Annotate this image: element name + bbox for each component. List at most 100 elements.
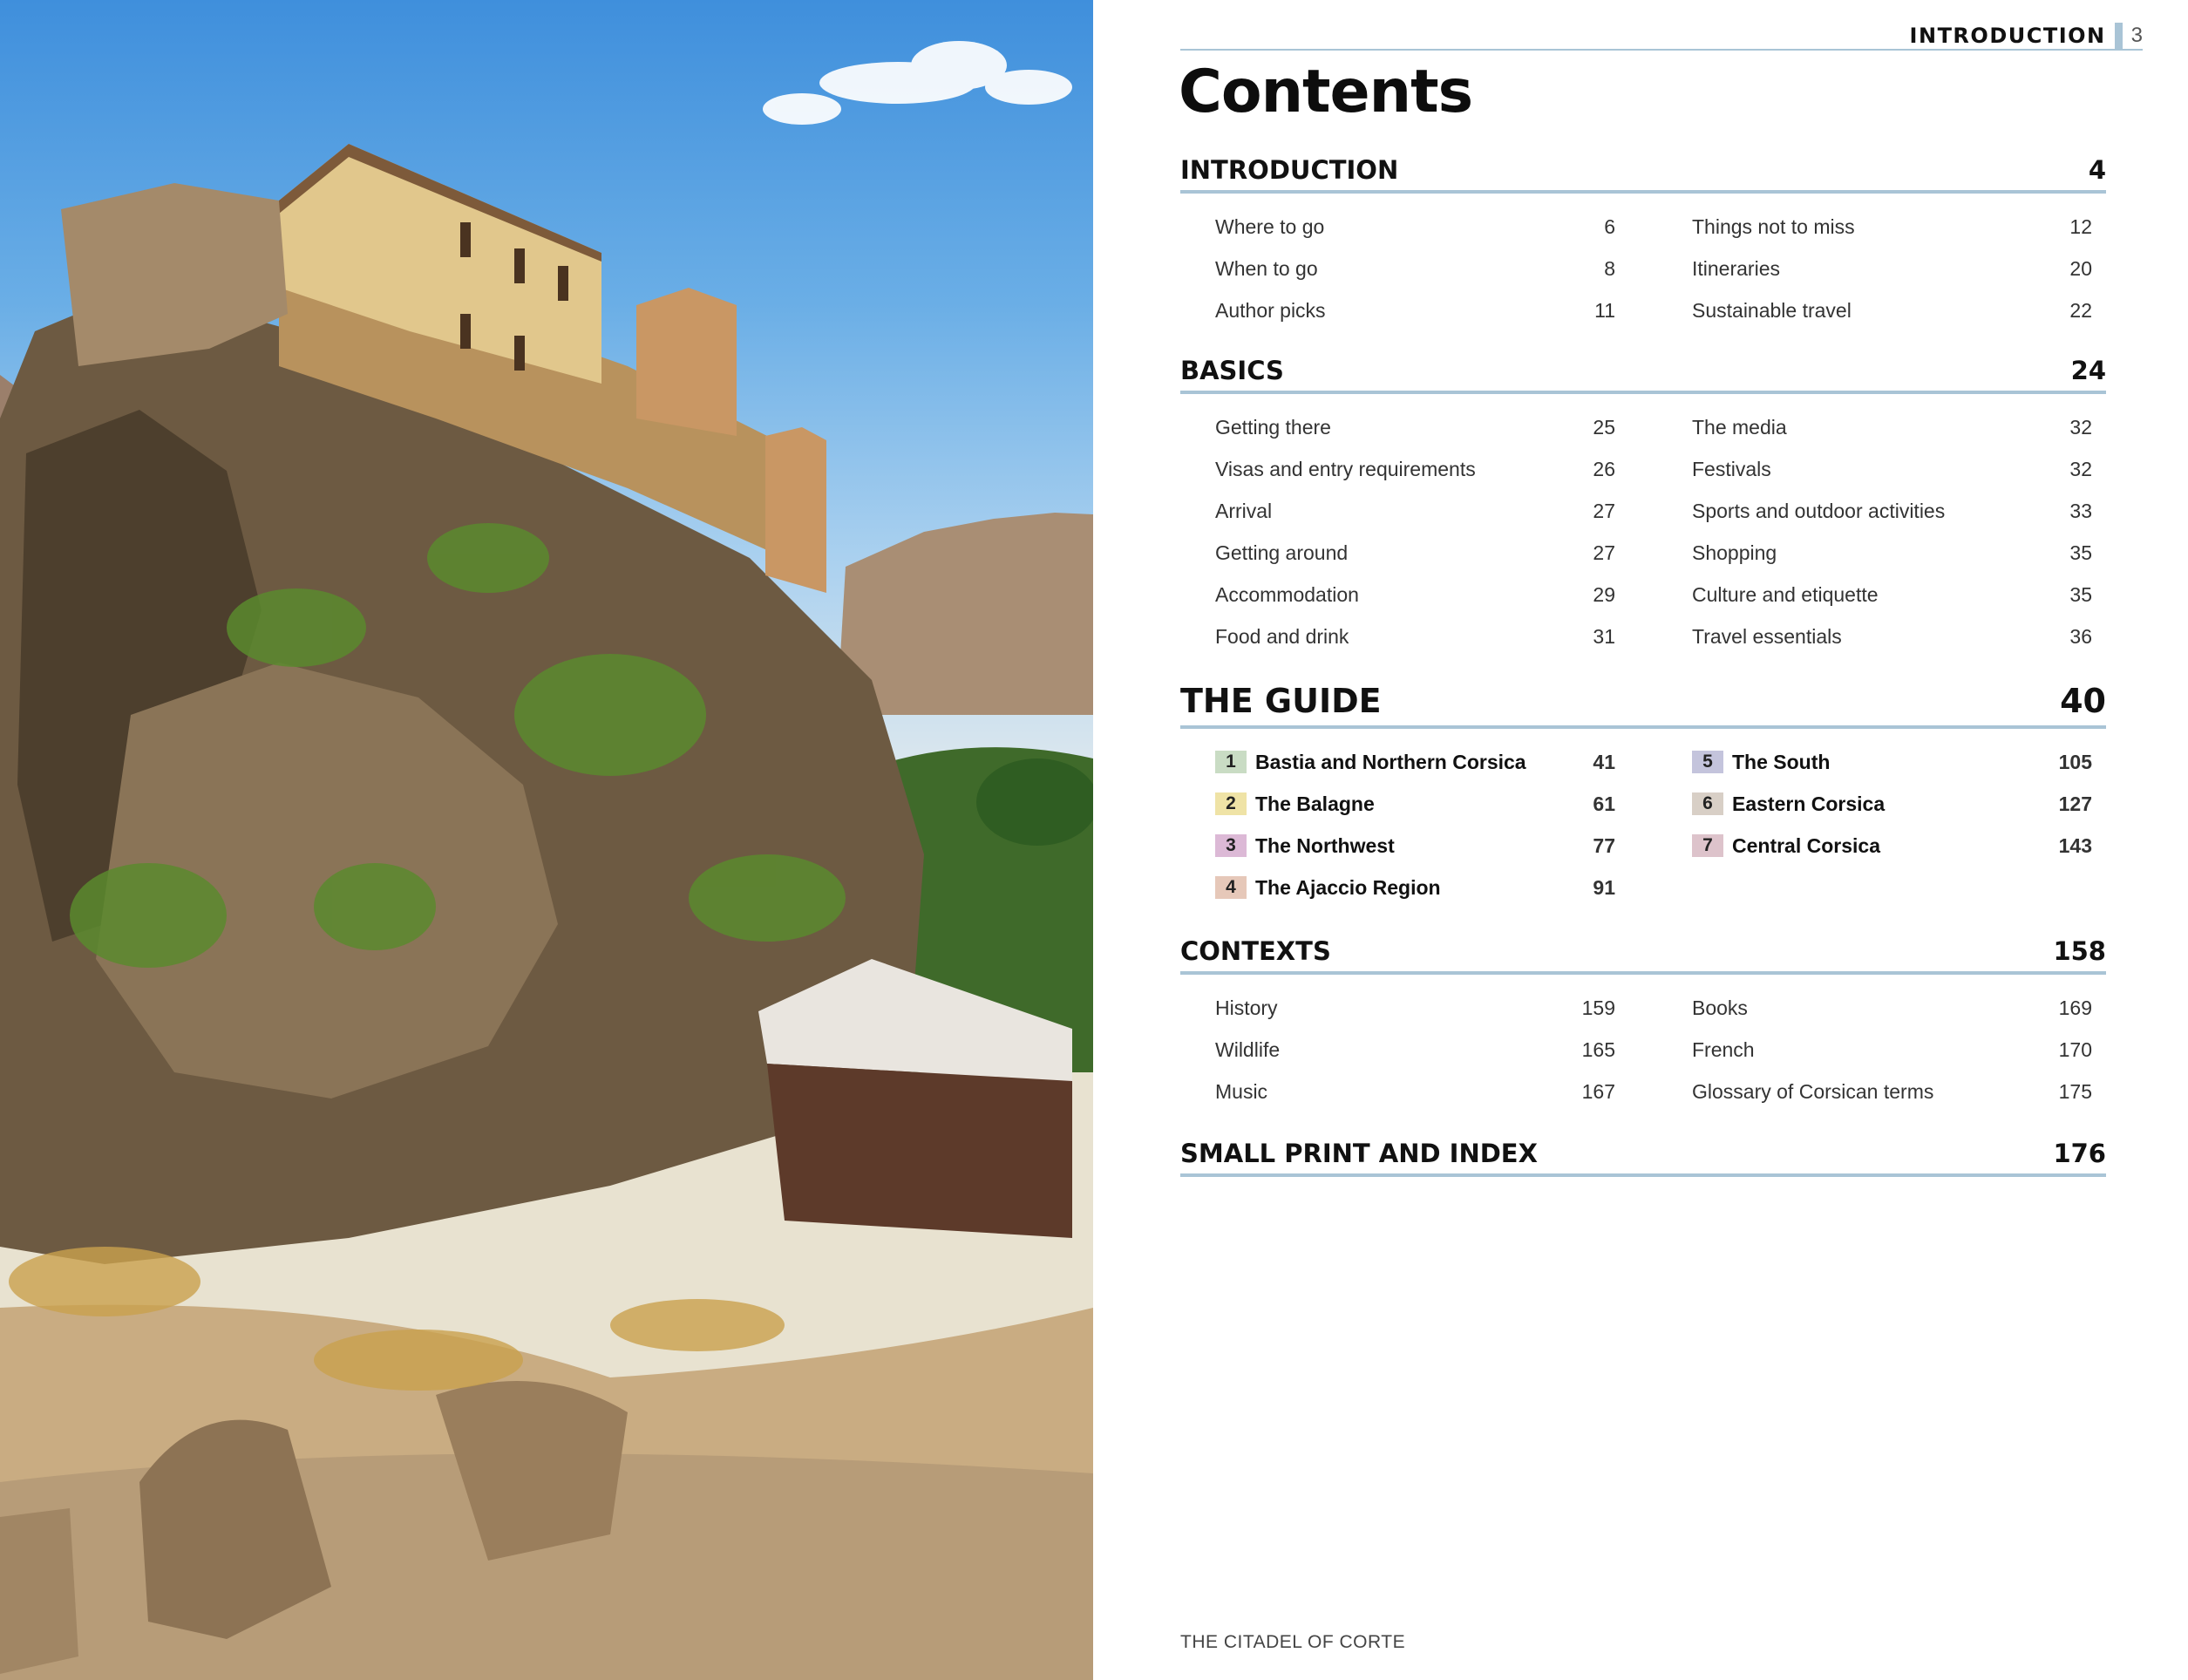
chapter-number-chip: 4	[1215, 876, 1247, 899]
toc-entry[interactable]: The media 32	[1692, 406, 2092, 448]
section-page: 40	[2060, 682, 2106, 720]
toc-entry[interactable]: Getting around 27	[1215, 532, 1615, 574]
section-introduction: INTRODUCTION 4 Where to go 6 When to go 8 …	[1180, 155, 2106, 331]
entry-page: 32	[2069, 415, 2092, 439]
contents-page: INTRODUCTION 3 Contents INTRODUCTION 4 W…	[1093, 0, 2188, 1680]
guide-chapter-entry[interactable]: 5 The South 105	[1692, 741, 2092, 783]
entry-page: 26	[1593, 457, 1615, 480]
toc-entry[interactable]: Getting there 25	[1215, 406, 1615, 448]
section-title[interactable]: THE GUIDE	[1180, 682, 1382, 720]
chapter-number-chip: 2	[1215, 792, 1247, 815]
entry-label: Getting there	[1215, 415, 1331, 439]
entry-page: 77	[1593, 833, 1615, 857]
section-heading: SMALL PRINT AND INDEX 176	[1180, 1139, 2106, 1177]
page-number: 3	[2130, 24, 2143, 47]
running-head-title: INTRODUCTION	[1909, 24, 2106, 48]
toc-entry[interactable]: Books 169	[1692, 987, 2092, 1029]
guide-chapter-entry[interactable]: 7 Central Corsica 143	[1692, 825, 2092, 867]
entry-label: Eastern Corsica	[1732, 792, 1886, 815]
entry-page: 159	[1581, 996, 1615, 1019]
entry-label: Author picks	[1215, 298, 1326, 322]
entry-page: 11	[1594, 298, 1615, 322]
entry-label: The Northwest	[1255, 833, 1395, 857]
entry-label: Bastia and Northern Corsica	[1255, 750, 1526, 773]
entry-page: 27	[1593, 499, 1615, 522]
guide-chapter-entry[interactable]: 3 The Northwest 77	[1215, 825, 1615, 867]
entry-label: Shopping	[1692, 541, 1777, 564]
toc-entry[interactable]: Arrival 27	[1215, 490, 1615, 532]
guide-chapter-entry[interactable]: 6 Eastern Corsica 127	[1692, 783, 2092, 825]
entry-page: 175	[2058, 1079, 2092, 1103]
section-page: 158	[2053, 936, 2106, 966]
toc-entry[interactable]: Sports and outdoor activities 33	[1692, 490, 2092, 532]
toc-entry[interactable]: History 159	[1215, 987, 1615, 1029]
toc-entry[interactable]: Shopping 35	[1692, 532, 2092, 574]
entry-page: 22	[2069, 298, 2092, 322]
chapter-number-chip: 3	[1215, 834, 1247, 857]
toc-entry[interactable]: Author picks 11	[1215, 289, 1615, 331]
section-title[interactable]: CONTEXTS	[1180, 936, 1331, 966]
section-entries: 1 Bastia and Northern Corsica 41 2 The Bala…	[1180, 729, 2106, 908]
toc-entry[interactable]: French 170	[1692, 1029, 2092, 1071]
entry-label: Books	[1692, 996, 1748, 1019]
entry-page: 33	[2069, 499, 2092, 522]
entry-label: Things not to miss	[1692, 214, 1855, 238]
section-heading: THE GUIDE 40	[1180, 682, 2106, 729]
section-title[interactable]: INTRODUCTION	[1180, 155, 1398, 185]
entry-label: Glossary of Corsican terms	[1692, 1079, 1934, 1103]
entry-label: Arrival	[1215, 499, 1273, 522]
entry-label: The Balagne	[1255, 792, 1375, 815]
chapter-number-chip: 1	[1215, 751, 1247, 773]
section-heading: CONTEXTS 158	[1180, 936, 2106, 975]
guide-chapter-entry[interactable]: 2 The Balagne 61	[1215, 783, 1615, 825]
section-basics: BASICS 24 Getting there 25 Visas and entr…	[1180, 356, 2106, 657]
section-title[interactable]: BASICS	[1180, 356, 1284, 385]
entry-page: 20	[2069, 256, 2092, 280]
entry-label: Music	[1215, 1079, 1268, 1103]
chapter-number-chip: 6	[1692, 792, 1723, 815]
toc-entry[interactable]: Glossary of Corsican terms 175	[1692, 1071, 2092, 1112]
photo-caption: THE CITADEL OF CORTE	[1180, 1632, 1406, 1652]
guide-chapter-entry[interactable]: 4 The Ajaccio Region 91	[1215, 867, 1615, 908]
entry-page: 8	[1604, 256, 1615, 280]
page-title: Contents	[1179, 58, 1473, 126]
toc-entry[interactable]: Things not to miss 12	[1692, 206, 2092, 248]
section-heading: BASICS 24	[1180, 356, 2106, 394]
toc-entry[interactable]: Accommodation 29	[1215, 574, 1615, 616]
toc-entry[interactable]: Wildlife 165	[1215, 1029, 1615, 1071]
section-page: 176	[2053, 1139, 2106, 1168]
section-heading: INTRODUCTION 4	[1180, 155, 2106, 194]
section-entries: History 159 Wildlife 165 Music 167 Books 169…	[1180, 975, 2106, 1112]
entry-label: Food and drink	[1215, 624, 1349, 648]
section-contexts: CONTEXTS 158 History 159 Wildlife 165 Musi…	[1180, 936, 2106, 1112]
section-title[interactable]: SMALL PRINT AND INDEX	[1180, 1139, 1538, 1168]
toc-entry[interactable]: Music 167	[1215, 1071, 1615, 1112]
running-head-marker	[2114, 23, 2123, 49]
entry-page: 36	[2069, 624, 2092, 648]
toc-entry[interactable]: Festivals 32	[1692, 448, 2092, 490]
entry-label: Accommodation	[1215, 582, 1359, 606]
toc-entry[interactable]: Sustainable travel 22	[1692, 289, 2092, 331]
chapter-number-chip: 7	[1692, 834, 1723, 857]
toc-entry[interactable]: Where to go 6	[1215, 206, 1615, 248]
entry-page: 105	[2058, 750, 2092, 773]
entry-page: 6	[1604, 214, 1615, 238]
toc-entry[interactable]: Visas and entry requirements 26	[1215, 448, 1615, 490]
toc-entry[interactable]: When to go 8	[1215, 248, 1615, 289]
entry-label: Travel essentials	[1692, 624, 1842, 648]
toc-entry[interactable]: Travel essentials 36	[1692, 616, 2092, 657]
entry-page: 35	[2069, 582, 2092, 606]
entry-label: Where to go	[1215, 214, 1325, 238]
toc-entry[interactable]: Culture and etiquette 35	[1692, 574, 2092, 616]
entry-label: When to go	[1215, 256, 1318, 280]
toc-entry[interactable]: Itineraries 20	[1692, 248, 2092, 289]
entry-page: 27	[1593, 541, 1615, 564]
toc-entry[interactable]: Food and drink 31	[1215, 616, 1615, 657]
entry-label: Itineraries	[1692, 256, 1780, 280]
entry-page: 169	[2058, 996, 2092, 1019]
guide-chapter-entry[interactable]: 1 Bastia and Northern Corsica 41	[1215, 741, 1615, 783]
entry-label: The media	[1692, 415, 1787, 439]
entry-page: 167	[1581, 1079, 1615, 1103]
chapter-number-chip: 5	[1692, 751, 1723, 773]
entry-page: 31	[1593, 624, 1615, 648]
